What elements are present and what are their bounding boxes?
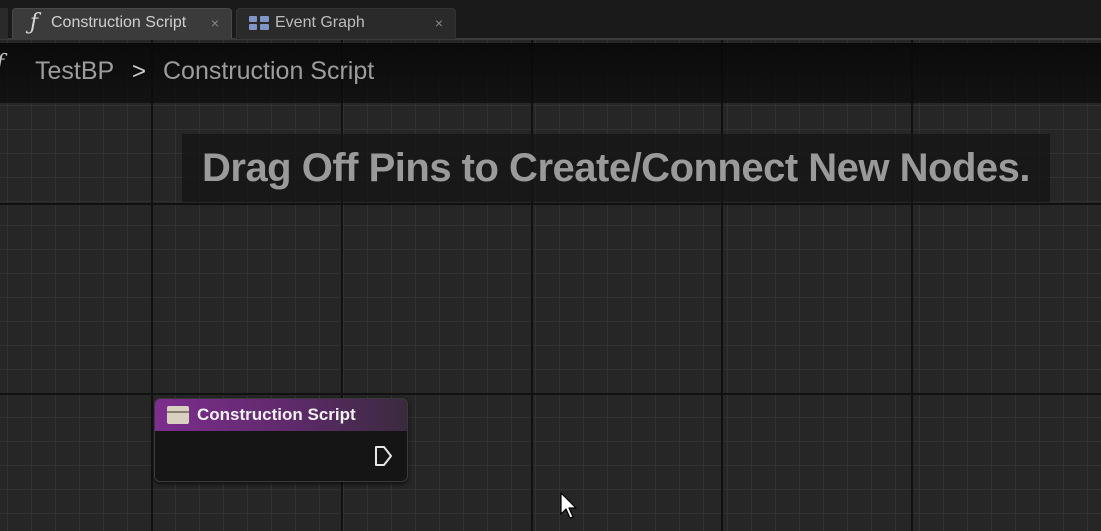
breadcrumb-current: Construction Script <box>163 57 375 85</box>
function-icon: f <box>0 51 4 76</box>
tab-construction-script[interactable]: ƒ Construction Script × <box>12 8 232 39</box>
exec-output-pin-icon[interactable] <box>373 445 393 467</box>
event-icon <box>167 406 189 424</box>
tab-bar: ƒ Construction Script × Event Graph × <box>0 0 1101 40</box>
mouse-cursor-icon <box>560 492 577 519</box>
breadcrumb-root[interactable]: TestBP <box>35 57 114 86</box>
hint-banner: Drag Off Pins to Create/Connect New Node… <box>182 134 1050 202</box>
construction-script-node[interactable]: Construction Script <box>154 398 408 482</box>
close-icon[interactable]: × <box>435 9 443 37</box>
breadcrumb: f TestBP > Construction Script <box>0 43 1101 103</box>
tab-stub <box>0 8 8 39</box>
blueprint-editor: ƒ Construction Script × Event Graph × f … <box>0 0 1101 531</box>
tab-label: Construction Script <box>51 14 187 31</box>
event-graph-icon <box>247 9 269 37</box>
tab-event-graph[interactable]: Event Graph × <box>236 8 456 39</box>
breadcrumb-separator-icon: > <box>132 58 147 85</box>
close-icon[interactable]: × <box>211 9 219 37</box>
node-header[interactable]: Construction Script <box>155 399 407 431</box>
tab-label: Event Graph <box>275 14 365 31</box>
node-title: Construction Script <box>197 405 356 424</box>
function-icon: ƒ <box>29 10 39 35</box>
